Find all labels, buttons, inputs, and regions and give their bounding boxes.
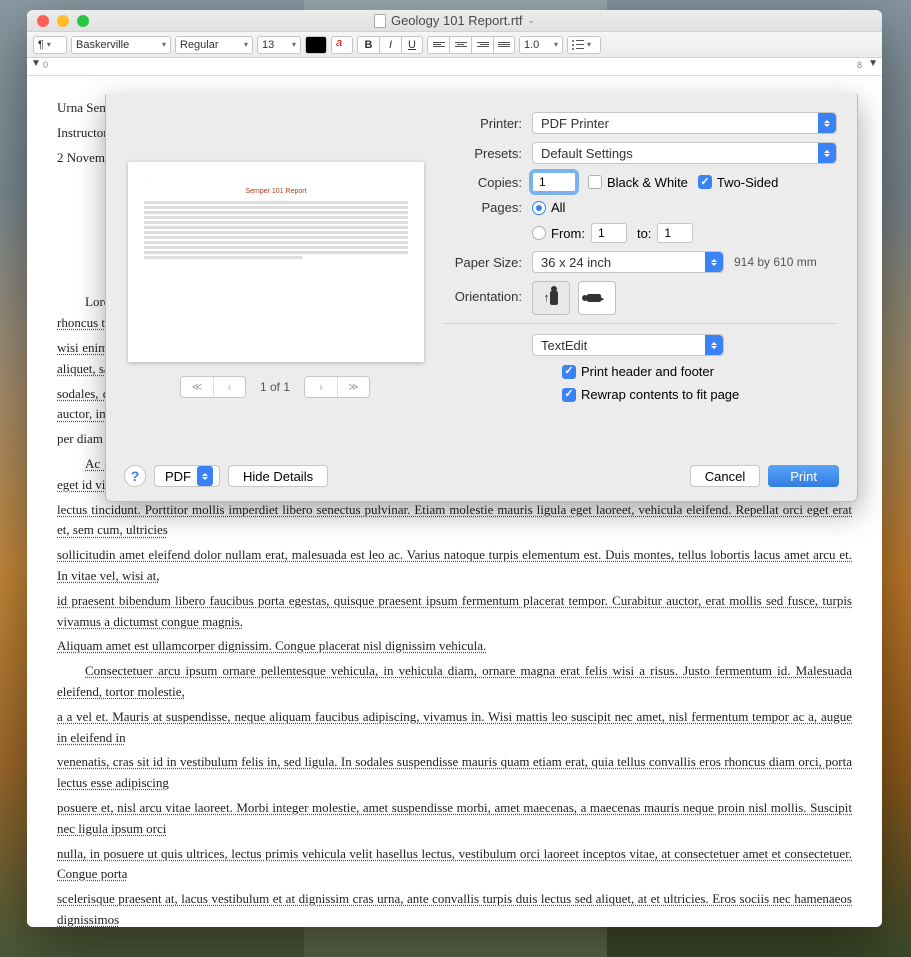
titlebar: Geology 101 Report.rtf ⌄ [27, 10, 882, 32]
preview-title: Semper 101 Report [144, 188, 408, 195]
format-toolbar: ¶▾ Baskerville▾ Regular▾ 13▾ B I U 1.0▾ … [27, 32, 882, 58]
copies-input[interactable] [532, 172, 576, 192]
select-arrows-icon [197, 466, 213, 486]
paper-size-label: Paper Size: [436, 255, 532, 270]
next-page-button[interactable]: › [305, 377, 337, 397]
list-icon [572, 40, 584, 50]
align-center-button[interactable] [449, 36, 471, 54]
print-options-column: Printer: PDF Printer Presets: Default Se… [436, 94, 857, 434]
presets-select[interactable]: Default Settings [532, 142, 837, 164]
alignment-group [427, 36, 515, 54]
pdf-menu-button[interactable]: PDF [154, 465, 220, 487]
paper-dimensions: 914 by 610 mm [734, 255, 817, 269]
align-justify-button[interactable] [493, 36, 515, 54]
last-page-button[interactable]: ≫ [337, 377, 369, 397]
prev-page-button[interactable]: ‹ [213, 377, 245, 397]
ruler[interactable]: ▼ 0 8 ▼ [27, 58, 882, 76]
paragraph-style-select[interactable]: ¶▾ [33, 36, 67, 54]
highlight-color-swatch[interactable] [331, 36, 353, 54]
printer-label: Printer: [436, 116, 532, 131]
rewrap-checkbox[interactable] [562, 388, 576, 402]
cancel-button[interactable]: Cancel [690, 465, 760, 487]
paper-size-select[interactable]: 36 x 24 inch [532, 251, 724, 273]
pages-range-radio[interactable] [532, 226, 546, 240]
right-tab-marker-icon[interactable]: ▼ [868, 58, 878, 69]
left-tab-marker-icon[interactable]: ▼ [31, 58, 41, 69]
align-right-button[interactable] [471, 36, 493, 54]
select-arrows-icon [705, 335, 723, 355]
textedit-window: Geology 101 Report.rtf ⌄ ¶▾ Baskerville▾… [27, 10, 882, 927]
select-arrows-icon [818, 113, 836, 133]
preview-prev-buttons: ≪ ‹ [180, 376, 246, 398]
align-left-button[interactable] [427, 36, 449, 54]
window-title-text: Geology 101 Report.rtf [391, 13, 523, 28]
pages-all-radio[interactable] [532, 201, 546, 215]
title-chevron-icon[interactable]: ⌄ [527, 15, 535, 26]
person-icon [550, 291, 558, 305]
print-header-label: Print header and footer [581, 364, 714, 379]
ruler-mark-8: 8 [857, 60, 862, 70]
window-title: Geology 101 Report.rtf ⌄ [27, 13, 882, 28]
bold-button[interactable]: B [357, 36, 379, 54]
print-dialog: · Semper 101 Report ≪ ‹ 1 of 1 › ≫ [105, 94, 858, 502]
orientation-landscape-button[interactable]: ▸ [578, 281, 616, 315]
list-style-select[interactable]: ▾ [567, 36, 601, 54]
text-color-swatch[interactable] [305, 36, 327, 54]
pages-to-input[interactable] [657, 223, 693, 243]
font-style-select[interactable]: Regular▾ [175, 36, 253, 54]
pages-to-label: to: [637, 226, 651, 241]
copies-label: Copies: [436, 175, 532, 190]
page-indicator: 1 of 1 [260, 380, 290, 394]
dialog-footer: ? PDF Hide Details Cancel Print [124, 465, 839, 487]
print-preview-column: · Semper 101 Report ≪ ‹ 1 of 1 › ≫ [106, 94, 436, 434]
help-button[interactable]: ? [124, 465, 146, 487]
line-spacing-select[interactable]: 1.0▾ [519, 36, 563, 54]
presets-label: Presets: [436, 146, 532, 161]
print-header-checkbox[interactable] [562, 365, 576, 379]
select-arrows-icon [705, 252, 723, 272]
printer-select[interactable]: PDF Printer [532, 112, 837, 134]
black-white-label: Black & White [607, 175, 688, 190]
print-button[interactable]: Print [768, 465, 839, 487]
two-sided-label: Two-Sided [717, 175, 778, 190]
orientation-label: Orientation: [436, 281, 532, 304]
font-size-select[interactable]: 13▾ [257, 36, 301, 54]
preview-nav: ≪ ‹ 1 of 1 › ≫ [128, 376, 422, 398]
orientation-portrait-button[interactable]: ↑ [532, 281, 570, 315]
font-family-select[interactable]: Baskerville▾ [71, 36, 171, 54]
ruler-mark-0: 0 [43, 60, 48, 70]
hide-details-button[interactable]: Hide Details [228, 465, 328, 487]
text-style-group: B I U [357, 36, 423, 54]
pages-from-label: From: [551, 226, 585, 241]
first-page-button[interactable]: ≪ [181, 377, 213, 397]
italic-button[interactable]: I [379, 36, 401, 54]
divider [444, 323, 837, 324]
person-icon [587, 294, 601, 302]
pages-label: Pages: [436, 200, 532, 215]
select-arrows-icon [818, 143, 836, 163]
two-sided-checkbox[interactable] [698, 175, 712, 189]
black-white-checkbox[interactable] [588, 175, 602, 189]
pages-from-input[interactable] [591, 223, 627, 243]
rewrap-label: Rewrap contents to fit page [581, 387, 739, 402]
preview-next-buttons: › ≫ [304, 376, 370, 398]
print-preview-page: · Semper 101 Report [128, 162, 424, 362]
document-icon [374, 14, 386, 28]
underline-button[interactable]: U [401, 36, 423, 54]
app-options-select[interactable]: TextEdit [532, 334, 724, 356]
pages-all-label: All [551, 200, 565, 215]
